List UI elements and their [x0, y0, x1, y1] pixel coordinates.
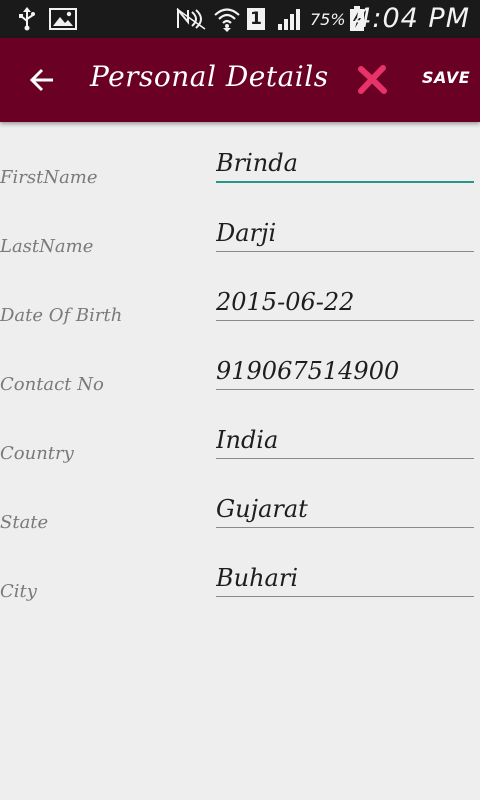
contact-no-label: Contact No — [0, 374, 104, 395]
form-row-city: City — [0, 551, 480, 620]
city-label: City — [0, 581, 37, 602]
status-time: 4:04 PM — [354, 3, 470, 34]
battery-percentage: 75% — [310, 10, 346, 29]
state-label: State — [0, 512, 49, 533]
wifi-icon — [212, 6, 242, 32]
form-row-firstname: FirstName — [0, 137, 480, 206]
date-of-birth-label: Date Of Birth — [0, 305, 123, 326]
city-input[interactable] — [216, 559, 474, 597]
form-row-lastname: LastName — [0, 206, 480, 275]
state-input[interactable] — [216, 490, 474, 528]
status-bar: 1 75% 4:04 PM — [0, 0, 480, 38]
firstname-input[interactable] — [216, 145, 474, 183]
date-of-birth-input[interactable] — [216, 283, 474, 321]
lastname-input[interactable] — [216, 214, 474, 252]
sim-1-icon: 1 — [246, 6, 266, 32]
back-button[interactable] — [22, 60, 62, 100]
close-x-icon — [356, 65, 388, 95]
country-input[interactable] — [216, 421, 474, 459]
usb-icon — [14, 6, 40, 32]
form-row-country: Country — [0, 413, 480, 482]
cancel-button[interactable] — [352, 62, 392, 98]
arrow-back-icon — [29, 68, 55, 92]
form-row-state: State — [0, 482, 480, 551]
page-title: Personal Details — [90, 60, 329, 93]
form-row-date-of-birth: Date Of Birth — [0, 275, 480, 344]
signal-icon — [276, 6, 302, 32]
image-icon — [48, 6, 78, 32]
lastname-label: LastName — [0, 236, 94, 257]
form-row-contact-no: Contact No — [0, 344, 480, 413]
save-button[interactable]: SAVE — [418, 66, 474, 89]
nfc-muted-icon — [176, 6, 206, 32]
firstname-label: FirstName — [0, 167, 98, 188]
contact-no-input[interactable] — [216, 352, 474, 390]
app-bar: Personal Details SAVE — [0, 38, 480, 122]
country-label: Country — [0, 443, 74, 464]
